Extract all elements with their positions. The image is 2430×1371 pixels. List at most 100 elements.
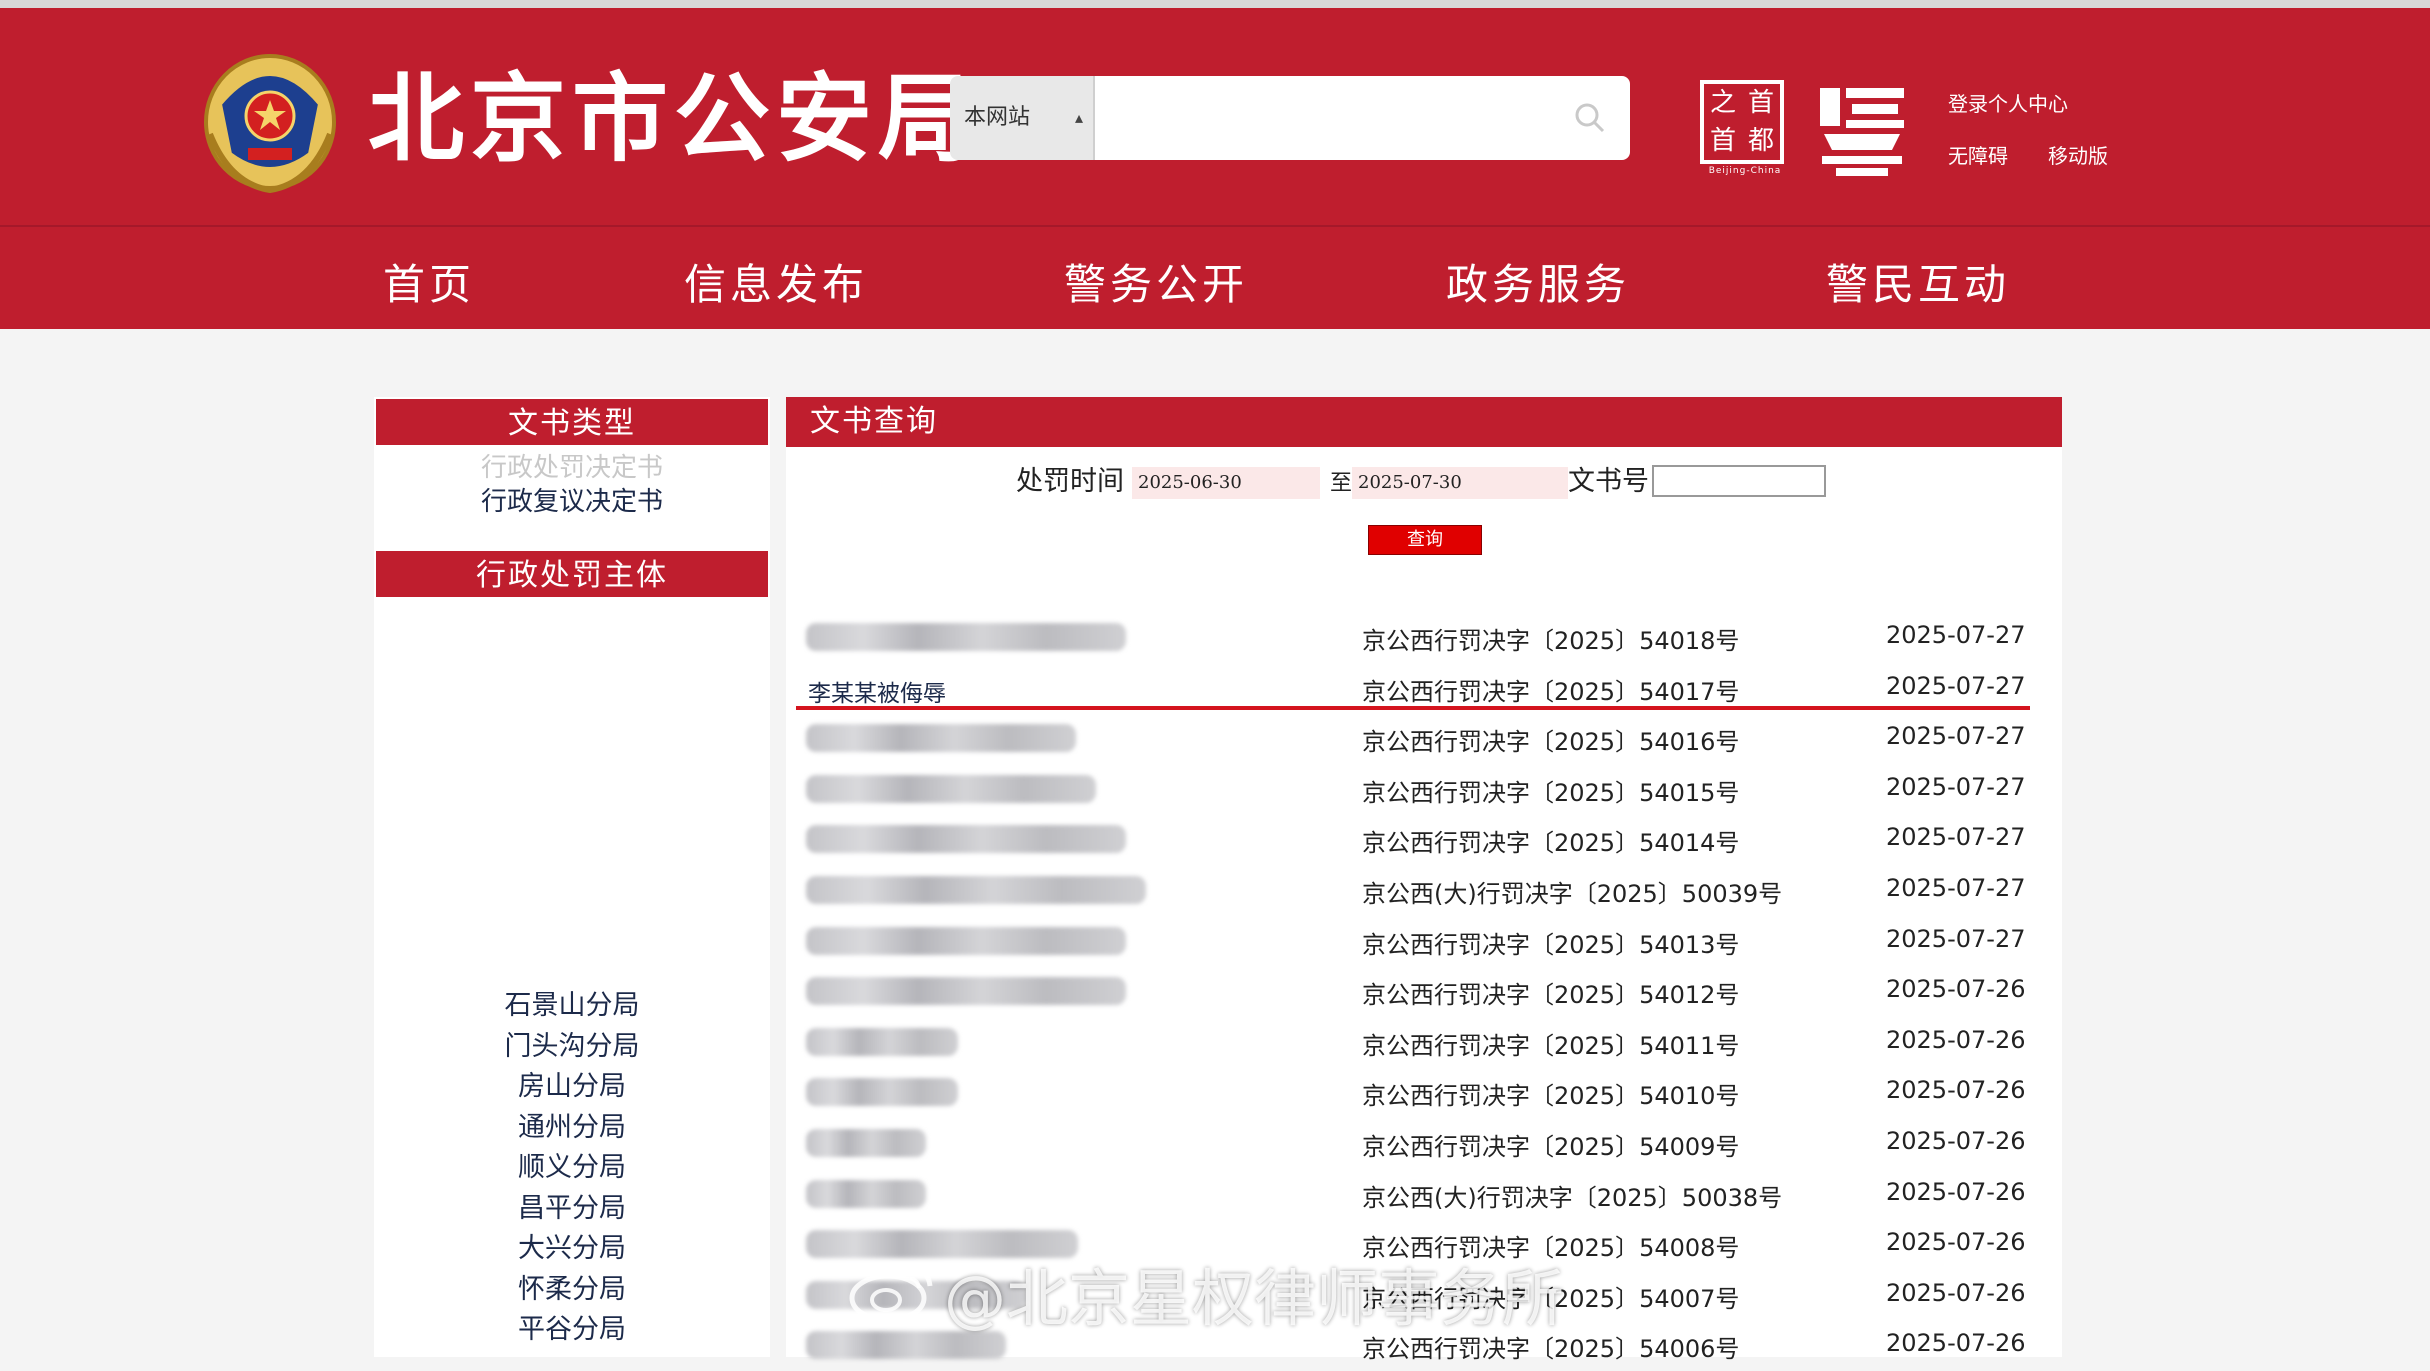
result-doc-number: 京公西行罚决字〔2025〕54017号	[1362, 677, 1740, 706]
result-row[interactable]: 京公西行罚决字〔2025〕54018号 2025-07-27	[786, 613, 2062, 663]
main-nav: 首页 信息发布 警务公开 政务服务 警民互动	[0, 227, 2430, 329]
result-row[interactable]: 京公西行罚决字〔2025〕54013号 2025-07-27	[786, 917, 2062, 967]
result-date: 2025-07-27	[1886, 874, 2026, 902]
search-scope-label: 本网站	[964, 105, 1031, 130]
result-doc-number: 京公西行罚决字〔2025〕54015号	[1362, 778, 1740, 807]
time-label: 处罚时间	[1016, 466, 1124, 497]
result-date: 2025-07-26	[1886, 1228, 2026, 1257]
seal-char: 首	[1747, 88, 1774, 118]
result-row[interactable]: 京公西行罚决字〔2025〕54014号 2025-07-27	[786, 815, 2062, 865]
result-date: 2025-07-27	[1886, 924, 2026, 953]
result-row[interactable]: 李某某被侮辱 京公西行罚决字〔2025〕54017号 2025-07-27	[786, 664, 2062, 714]
result-name[interactable]: 李某某被侮辱	[808, 674, 946, 708]
to-label: 至	[1330, 471, 1353, 496]
blurred-name[interactable]	[806, 1179, 926, 1208]
branch-link[interactable]: 平谷分局	[374, 1307, 770, 1346]
main-content: 文书类型 行政处罚决定书 行政复议决定书 行政处罚主体 石景山分局 门头沟分局 房山…	[0, 329, 2430, 1363]
result-date: 2025-07-26	[1886, 1076, 2026, 1105]
capital-seal-icon: 之 首 首 都	[1700, 80, 1784, 164]
result-doc-number: 京公西行罚决字〔2025〕54016号	[1362, 728, 1740, 757]
mobile-link[interactable]: 移动版	[2048, 140, 2108, 169]
blurred-name[interactable]	[806, 774, 1096, 803]
result-row[interactable]: 京公西行罚决字〔2025〕54010号 2025-07-26	[786, 1068, 2062, 1118]
blurred-name[interactable]	[806, 1078, 958, 1107]
branch-link[interactable]: 石景山分局	[374, 983, 770, 1022]
result-date: 2025-07-26	[1886, 1177, 2026, 1206]
updown-arrow-icon: ▴▾	[1074, 108, 1083, 127]
branch-link[interactable]: 大兴分局	[374, 1226, 770, 1265]
blurred-name[interactable]	[806, 1129, 926, 1157]
branch-link[interactable]: 房山分局	[374, 1064, 770, 1103]
result-date: 2025-07-27	[1886, 722, 2026, 751]
result-doc-number: 京公西行罚决字〔2025〕54010号	[1362, 1082, 1740, 1111]
search-box: 本网站 ▴▾	[950, 76, 1630, 160]
blurred-name[interactable]	[806, 724, 1076, 753]
blurred-name[interactable]	[806, 1027, 958, 1056]
seal-char: 之	[1709, 88, 1736, 118]
doc-type-review[interactable]: 行政复议决定书	[374, 481, 770, 518]
nav-interaction[interactable]: 警民互动	[1826, 251, 2010, 312]
result-doc-number: 京公西行罚决字〔2025〕54011号	[1362, 1031, 1740, 1060]
nav-home[interactable]: 首页	[383, 251, 475, 312]
site-header: 北京市公安局 本网站 ▴▾ 之 首 首 都 Beijing-China 登录个人…	[0, 8, 2430, 228]
subjects-title: 行政处罚主体	[374, 549, 770, 599]
docno-label: 文书号	[1568, 466, 1649, 497]
result-date: 2025-07-26	[1886, 975, 2026, 1004]
doc-types-title: 文书类型	[374, 397, 770, 447]
blurred-name[interactable]	[806, 977, 1126, 1006]
branch-link[interactable]: 怀柔分局	[374, 1267, 770, 1306]
site-title: 北京市公安局	[368, 63, 980, 175]
weibo-icon	[849, 1263, 933, 1323]
blurred-name[interactable]	[806, 876, 1146, 904]
result-row[interactable]: 京公西行罚决字〔2025〕54016号 2025-07-27	[786, 714, 2062, 764]
result-date: 2025-07-26	[1886, 1127, 2026, 1155]
accessibility-link[interactable]: 无障碍	[1948, 140, 2008, 169]
query-title: 文书查询	[786, 397, 2062, 447]
result-row[interactable]: 京公西行罚决字〔2025〕54011号 2025-07-26	[786, 1018, 2062, 1068]
browser-top-strip	[0, 0, 2430, 8]
nav-police-affairs[interactable]: 警务公开	[1064, 251, 1248, 312]
query-panel: 文书查询 处罚时间 2025-06-30 至 2025-07-30 文书号 查询…	[786, 397, 2062, 1363]
result-date: 2025-07-26	[1886, 1278, 2026, 1307]
result-doc-number: 京公西行罚决字〔2025〕54018号	[1362, 627, 1740, 655]
nav-info-release[interactable]: 信息发布	[684, 251, 868, 312]
result-date: 2025-07-26	[1886, 1329, 2026, 1358]
result-date: 2025-07-27	[1886, 823, 2026, 852]
seal-char: 首	[1709, 126, 1736, 156]
branch-link[interactable]: 门头沟分局	[374, 1024, 770, 1063]
docno-input[interactable]	[1652, 465, 1826, 497]
result-row[interactable]: 京公西行罚决字〔2025〕54009号 2025-07-26	[786, 1119, 2062, 1169]
blurred-name[interactable]	[806, 623, 1126, 651]
result-doc-number: 京公西行罚决字〔2025〕54013号	[1362, 930, 1740, 959]
police-emblem-icon	[204, 54, 336, 194]
blurred-name[interactable]	[806, 825, 1126, 854]
result-date: 2025-07-27	[1886, 772, 2026, 801]
date-to-input[interactable]: 2025-07-30	[1352, 467, 1568, 499]
branch-link[interactable]: 昌平分局	[374, 1186, 770, 1225]
branch-link[interactable]: 通州分局	[374, 1105, 770, 1144]
login-link[interactable]: 登录个人中心	[1948, 88, 2068, 117]
result-doc-number: 京公西行罚决字〔2025〕54009号	[1362, 1133, 1740, 1161]
result-doc-number: 京公西行罚决字〔2025〕54014号	[1362, 829, 1740, 858]
date-from-input[interactable]: 2025-06-30	[1132, 467, 1320, 499]
query-button[interactable]: 查询	[1368, 525, 1482, 555]
search-icon[interactable]	[1572, 100, 1608, 136]
doc-type-penalty[interactable]: 行政处罚决定书	[374, 447, 770, 484]
blurred-name[interactable]	[806, 926, 1126, 955]
seal-char: 都	[1747, 126, 1774, 156]
result-row[interactable]: 京公西行罚决字〔2025〕54015号 2025-07-27	[786, 765, 2062, 815]
search-input[interactable]	[1100, 86, 1544, 152]
result-row[interactable]: 京公西(大)行罚决字〔2025〕50038号 2025-07-26	[786, 1170, 2062, 1220]
result-doc-number: 京公西行罚决字〔2025〕54012号	[1362, 981, 1740, 1010]
result-row[interactable]: 京公西行罚决字〔2025〕54012号 2025-07-26	[786, 967, 2062, 1017]
capital-logo-subtitle: Beijing-China	[1708, 166, 1782, 176]
branch-link[interactable]: 顺义分局	[374, 1145, 770, 1184]
police-logo-icon[interactable]	[1812, 80, 1912, 180]
result-doc-number: 京公西(大)行罚决字〔2025〕50038号	[1362, 1183, 1783, 1212]
result-date: 2025-07-27	[1886, 671, 2026, 700]
capital-logo[interactable]: 之 首 首 都 Beijing-China	[1700, 80, 1790, 180]
search-scope-select[interactable]: 本网站 ▴▾	[950, 76, 1095, 160]
result-row[interactable]: 京公西(大)行罚决字〔2025〕50039号 2025-07-27	[786, 866, 2062, 916]
result-date: 2025-07-27	[1886, 621, 2026, 649]
nav-gov-services[interactable]: 政务服务	[1446, 251, 1630, 312]
